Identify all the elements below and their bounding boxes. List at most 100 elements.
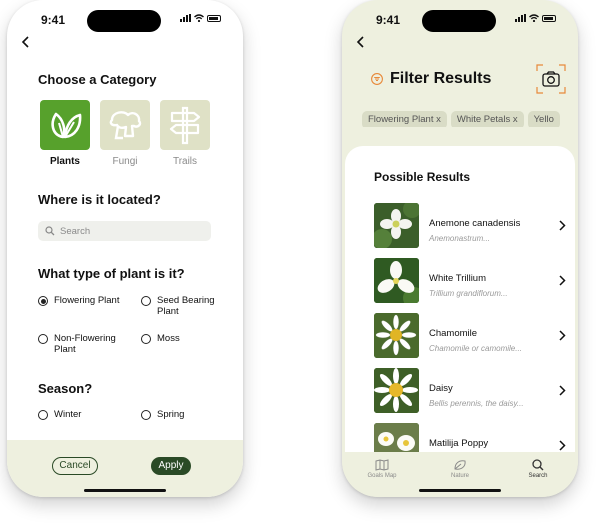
radio-seed-bearing-plant[interactable]: Seed Bearing Plant <box>141 295 221 317</box>
bottom-tab-bar: Goals Map Nature Search <box>342 452 578 497</box>
chevron-right-icon[interactable] <box>559 385 566 396</box>
radio-button[interactable] <box>141 410 151 420</box>
wifi-icon <box>529 14 539 22</box>
radio-label: Spring <box>157 409 185 420</box>
result-scientific-name: Anemonastrum... <box>429 234 490 243</box>
result-name: Matilija Poppy <box>429 438 489 449</box>
category-filter-screen: 9:41 Choose a Category Plants Fungi Trai… <box>7 0 243 497</box>
radio-label: Moss <box>157 333 180 344</box>
battery-icon <box>207 15 221 22</box>
radio-winter[interactable]: Winter <box>38 409 81 420</box>
back-arrow-icon[interactable] <box>19 35 33 49</box>
tab-label: Search <box>528 473 548 479</box>
result-item[interactable]: Matilija Poppy <box>374 423 566 452</box>
apply-button[interactable]: Apply <box>151 457 191 475</box>
category-heading: Choose a Category <box>38 72 157 87</box>
plant-type-heading: What type of plant is it? <box>38 266 185 281</box>
tab-goals-map[interactable]: Goals Map <box>352 459 412 479</box>
filter-results-screen: 9:41 Filter Results Flowering Plant x Whi… <box>342 0 578 497</box>
result-photo <box>374 423 419 452</box>
tab-label: Goals Map <box>367 473 397 479</box>
status-bar: 9:41 <box>342 0 578 38</box>
signpost-icon <box>169 106 201 145</box>
leaf-icon <box>454 460 466 470</box>
radio-label: Winter <box>54 409 82 420</box>
location-search-input[interactable]: Search <box>38 221 211 241</box>
radio-button-selected[interactable] <box>38 296 48 306</box>
back-arrow-icon[interactable] <box>354 35 368 49</box>
signal-icon <box>180 14 191 22</box>
filter-icon[interactable] <box>371 73 383 85</box>
status-icons <box>515 14 556 22</box>
home-indicator <box>84 489 166 492</box>
season-heading: Season? <box>38 381 93 396</box>
radio-label: Seed Bearing Plant <box>157 295 215 317</box>
result-scientific-name: Bellis perennis, the daisy... <box>429 399 524 408</box>
category-label: Fungi <box>112 156 138 167</box>
chevron-right-icon[interactable] <box>559 220 566 231</box>
search-icon <box>532 459 544 471</box>
home-indicator <box>419 489 501 492</box>
result-scientific-name: Trillium grandiflorum... <box>429 289 508 298</box>
radio-label: Flowering Plant <box>54 295 120 306</box>
result-scientific-name: Chamomile or camomile... <box>429 344 522 353</box>
active-filter-chips: Flowering Plant x White Petals x Yello <box>362 109 578 127</box>
dynamic-island <box>87 10 161 32</box>
radio-moss[interactable]: Moss <box>141 333 180 344</box>
tab-search[interactable]: Search <box>508 459 568 479</box>
result-name: Anemone canadensis <box>429 218 521 229</box>
signal-icon <box>515 14 526 22</box>
status-time: 9:41 <box>41 13 66 27</box>
result-item[interactable]: White Trillium Trillium grandiflorum... <box>374 258 566 303</box>
result-name: Daisy <box>429 383 453 394</box>
radio-button[interactable] <box>38 410 48 420</box>
screen-title: Filter Results <box>390 70 492 87</box>
category-fungi[interactable]: Fungi <box>100 100 150 167</box>
leaf-icon <box>51 112 82 139</box>
result-item[interactable]: Daisy Bellis perennis, the daisy... <box>374 368 566 413</box>
chevron-right-icon[interactable] <box>559 440 566 451</box>
status-bar: 9:41 <box>7 0 243 38</box>
category-trails[interactable]: Trails <box>160 100 210 167</box>
filter-chip[interactable]: Yello <box>527 111 560 127</box>
map-icon <box>375 459 389 471</box>
action-footer: Cancel Apply <box>7 440 243 497</box>
filter-chip[interactable]: White Petals x <box>450 111 524 127</box>
result-name: White Trillium <box>429 273 487 284</box>
results-sheet: Possible Results Anemone canadensis Anem… <box>345 146 575 452</box>
mushroom-icon <box>109 111 142 140</box>
radio-button[interactable] <box>38 334 48 344</box>
search-icon <box>45 226 55 236</box>
dynamic-island <box>422 10 496 32</box>
result-name: Chamomile <box>429 328 478 339</box>
chevron-right-icon[interactable] <box>559 330 566 341</box>
status-time: 9:41 <box>376 13 401 27</box>
tab-label: Nature <box>450 473 469 479</box>
result-photo <box>374 258 419 303</box>
result-item[interactable]: Chamomile Chamomile or camomile... <box>374 313 566 358</box>
result-photo <box>374 313 419 358</box>
radio-label: Non-Flowering Plant <box>54 333 116 355</box>
category-label: Trails <box>172 156 198 167</box>
camera-icon[interactable] <box>536 64 566 94</box>
search-placeholder: Search <box>60 226 91 237</box>
chevron-right-icon[interactable] <box>559 275 566 286</box>
location-heading: Where is it located? <box>38 192 161 207</box>
status-icons <box>180 14 221 22</box>
radio-button[interactable] <box>141 334 151 344</box>
radio-spring[interactable]: Spring <box>141 409 184 420</box>
result-photo <box>374 368 419 413</box>
result-photo <box>374 203 419 248</box>
category-plants[interactable]: Plants <box>40 100 90 167</box>
radio-non-flowering-plant[interactable]: Non-Flowering Plant <box>38 333 133 355</box>
results-heading: Possible Results <box>374 170 471 184</box>
filter-chip[interactable]: Flowering Plant x <box>362 111 447 127</box>
category-label: Plants <box>49 156 80 167</box>
radio-button[interactable] <box>141 296 151 306</box>
wifi-icon <box>194 14 204 22</box>
result-item[interactable]: Anemone canadensis Anemonastrum... <box>374 203 566 248</box>
radio-flowering-plant[interactable]: Flowering Plant <box>38 295 119 306</box>
tab-nature[interactable]: Nature <box>430 459 490 479</box>
cancel-button[interactable]: Cancel <box>52 457 98 475</box>
battery-icon <box>542 15 556 22</box>
